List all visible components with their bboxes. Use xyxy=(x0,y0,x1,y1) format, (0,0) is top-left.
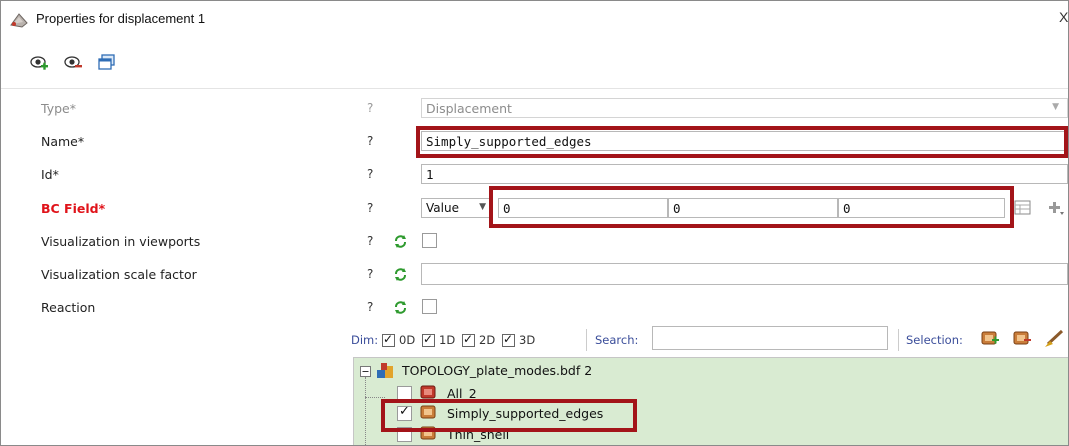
tree-item-label[interactable]: All_2 xyxy=(447,386,477,401)
id-row: Id* ? 1 xyxy=(1,158,1068,190)
tree-item-checkbox[interactable] xyxy=(397,427,412,442)
bc-value-x: 0 xyxy=(503,201,511,216)
tree-item-checkbox[interactable]: ✓ xyxy=(397,404,412,421)
type-label: Type* xyxy=(41,101,76,116)
refresh-icon[interactable] xyxy=(394,268,407,281)
dim-label: Dim: xyxy=(351,333,379,347)
tree-root-label[interactable]: TOPOLOGY_plate_modes.bdf 2 xyxy=(402,363,592,378)
refresh-icon[interactable] xyxy=(394,235,407,248)
chevron-down-icon: ▼ xyxy=(1052,102,1059,112)
bc-field-row: BC Field* ? Value ▼ 0 0 0 xyxy=(1,192,1068,224)
name-help[interactable]: ? xyxy=(367,134,373,148)
id-help[interactable]: ? xyxy=(367,167,373,181)
dim-3d-label: 3D xyxy=(519,333,536,347)
reaction-checkbox[interactable] xyxy=(422,299,437,314)
visualization-label: Visualization in viewports xyxy=(41,234,201,249)
group-icon xyxy=(420,385,436,399)
type-select: Displacement ▼ xyxy=(421,98,1068,118)
dim-0d-checkbox[interactable] xyxy=(382,332,395,347)
bc-mode-value: Value xyxy=(426,201,459,215)
bc-mode-select[interactable]: Value ▼ xyxy=(421,198,493,218)
window-icon[interactable] xyxy=(97,53,117,73)
bc-value-z: 0 xyxy=(843,201,851,216)
refresh-icon[interactable] xyxy=(394,301,407,314)
dim-2d-label: 2D xyxy=(479,333,496,347)
filter-divider xyxy=(898,329,899,351)
type-row: Type* ? Displacement ▼ xyxy=(1,92,1068,124)
bc-value-x-input[interactable]: 0 xyxy=(498,198,668,218)
bc-value-y: 0 xyxy=(673,201,681,216)
topology-icon xyxy=(377,363,393,378)
tree-item-checkbox[interactable] xyxy=(397,386,412,401)
select-remove-icon[interactable] xyxy=(1012,329,1032,347)
hide-eye-icon[interactable] xyxy=(63,53,83,73)
dialog-title: Properties for displacement 1 xyxy=(36,11,206,26)
name-value: Simply_supported_edges xyxy=(426,134,592,149)
reaction-help[interactable]: ? xyxy=(367,300,373,314)
name-label: Name* xyxy=(41,134,85,149)
visualization-row: Visualization in viewports ? xyxy=(1,225,1068,257)
group-icon xyxy=(420,405,436,419)
reaction-row: Reaction ? xyxy=(1,291,1068,323)
bc-field-help[interactable]: ? xyxy=(367,201,373,215)
type-value: Displacement xyxy=(426,101,512,116)
visualization-checkbox[interactable] xyxy=(422,233,437,248)
toolbar-divider xyxy=(1,88,1068,89)
tree-guide xyxy=(365,377,367,445)
properties-dialog: Properties for displacement 1 X Type* ? … xyxy=(0,0,1069,446)
close-button[interactable]: X xyxy=(1059,9,1068,25)
tree-guide xyxy=(365,397,385,399)
toolbar xyxy=(1,38,1068,88)
scale-factor-label: Visualization scale factor xyxy=(41,267,197,282)
collapse-icon[interactable] xyxy=(360,366,371,377)
scale-factor-row: Visualization scale factor ? xyxy=(1,258,1068,290)
bc-field-label: BC Field* xyxy=(41,201,106,216)
name-row: Name* ? Simply_supported_edges xyxy=(1,125,1068,157)
name-input[interactable]: Simply_supported_edges xyxy=(421,131,1068,151)
checkmark-icon: ✓ xyxy=(399,404,410,419)
bc-value-y-input[interactable]: 0 xyxy=(668,198,838,218)
chevron-down-icon: ▼ xyxy=(479,202,486,212)
displacement-icon xyxy=(10,13,28,28)
tree-item-label[interactable]: Simply_supported_edges xyxy=(447,406,603,421)
search-input[interactable] xyxy=(652,326,888,350)
dim-0d-label: 0D xyxy=(399,333,416,347)
group-icon xyxy=(420,426,436,440)
filter-divider xyxy=(586,329,587,351)
id-label: Id* xyxy=(41,167,59,182)
scale-factor-help[interactable]: ? xyxy=(367,267,373,281)
bc-value-z-input[interactable]: 0 xyxy=(838,198,1005,218)
dim-1d-checkbox[interactable] xyxy=(422,332,435,347)
dim-3d-checkbox[interactable] xyxy=(502,332,515,347)
selection-label: Selection: xyxy=(906,333,963,347)
show-eye-icon[interactable] xyxy=(29,53,49,73)
add-icon[interactable] xyxy=(1047,200,1065,216)
brush-icon[interactable] xyxy=(1044,328,1066,348)
dim-2d-checkbox[interactable] xyxy=(462,332,475,347)
type-help[interactable]: ? xyxy=(367,101,373,115)
scale-factor-input[interactable] xyxy=(421,263,1068,285)
reaction-label: Reaction xyxy=(41,300,96,315)
dim-1d-label: 1D xyxy=(439,333,456,347)
table-icon[interactable] xyxy=(1014,200,1031,216)
id-value: 1 xyxy=(426,167,434,182)
select-add-icon[interactable] xyxy=(980,329,1000,347)
title-bar: Properties for displacement 1 X xyxy=(1,1,1068,38)
tree-item-label[interactable]: Thin_shell xyxy=(447,427,509,442)
id-input[interactable]: 1 xyxy=(421,164,1068,184)
search-label: Search: xyxy=(595,333,639,347)
visualization-help[interactable]: ? xyxy=(367,234,373,248)
